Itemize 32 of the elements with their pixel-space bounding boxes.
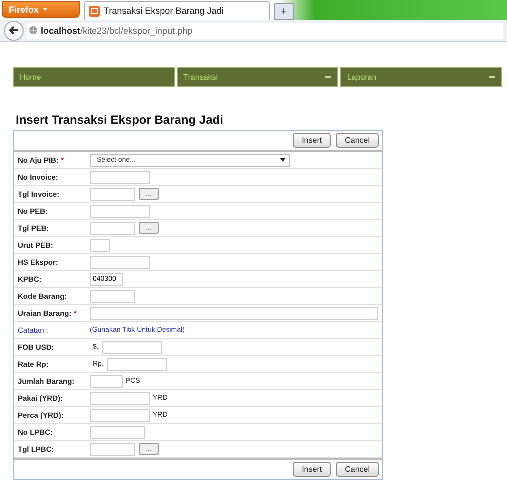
nav-menu-item[interactable]: Transaksi [176,67,338,87]
date-field[interactable] [90,222,135,234]
input-field[interactable] [90,426,145,438]
date-field[interactable] [90,442,135,456]
form-button[interactable]: Insert [293,133,332,148]
new-tab-button[interactable]: + [274,3,294,20]
nav-menu-item[interactable]: Laporan [340,67,502,87]
input-field[interactable] [90,170,150,184]
input-field[interactable] [106,358,167,370]
input-field[interactable] [90,256,150,268]
dropdown-arrow-icon [280,158,286,162]
form-button[interactable]: Insert [293,462,332,477]
url-text[interactable]: localhost/kite23/bcl/ekspor_input.php [41,26,193,36]
input-field[interactable] [90,238,110,252]
input-field[interactable] [102,340,162,354]
form-title: Insert Transaksi Ekspor Barang Jadi [16,113,224,127]
date-field[interactable] [90,188,135,200]
back-button[interactable] [4,20,24,40]
input-field[interactable] [90,374,123,388]
form-button[interactable]: Cancel [336,133,379,148]
globe-icon [29,26,38,35]
page-icon [89,6,100,16]
input-field[interactable] [90,290,135,302]
form-button[interactable]: Cancel [336,462,379,477]
caret-icon [43,8,48,11]
back-arrow-icon [9,26,19,35]
input-field[interactable] [90,408,150,422]
input-field[interactable] [90,204,150,218]
input-field[interactable] [90,392,150,404]
input-field[interactable] [90,306,378,320]
nav-menu-item[interactable]: Home [13,67,175,87]
browser-tab[interactable]: Transaksi Ekspor Barang Jadi [84,1,270,20]
